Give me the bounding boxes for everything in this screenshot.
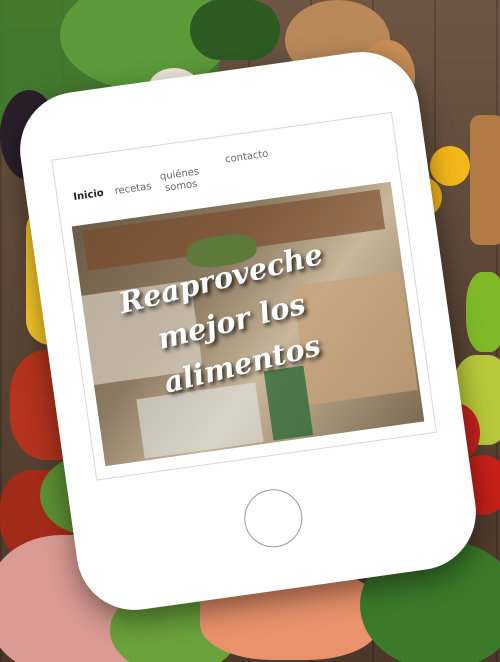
hero-banner: Reaproveche mejor los alimentos — [71, 181, 425, 467]
phone-screen: Inicio recetas quiénes somos contacto Re… — [51, 111, 437, 481]
nav-item-contacto[interactable]: contacto — [221, 148, 272, 167]
zucchini — [190, 0, 280, 60]
yellow-tomato — [430, 146, 470, 186]
nav-item-inicio[interactable]: Inicio — [71, 188, 106, 205]
pepper-mill — [470, 115, 500, 245]
nav-item-recetas[interactable]: recetas — [113, 181, 154, 198]
green-pepper — [466, 272, 500, 352]
phone-mockup: Inicio recetas quiénes somos contacto Re… — [12, 44, 484, 618]
nav-item-quienes-somos[interactable]: quiénes somos — [157, 166, 204, 196]
